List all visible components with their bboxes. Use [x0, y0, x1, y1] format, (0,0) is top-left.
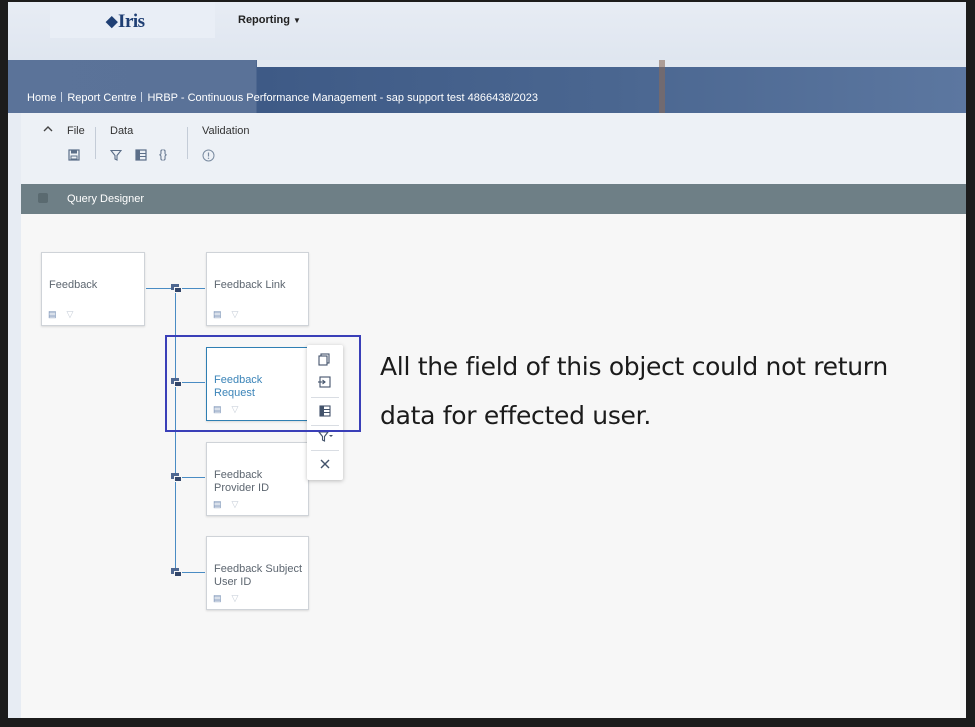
breadcrumb-separator: [61, 92, 63, 102]
node-feedback-subject-user-id[interactable]: Feedback Subject User ID ▤ ▽: [206, 536, 309, 610]
query-designer-title: Query Designer: [67, 193, 145, 205]
breadcrumb-home[interactable]: Home: [27, 92, 56, 104]
join-connector-icon[interactable]: [171, 284, 182, 293]
query-designer-icon: [38, 193, 48, 203]
query-designer-header: Query Designer: [21, 184, 966, 214]
chevron-up-icon[interactable]: [43, 125, 53, 133]
filter-dropdown-icon[interactable]: [307, 430, 343, 444]
caret-down-icon: ▼: [292, 16, 301, 25]
breadcrumb-report-centre[interactable]: Report Centre: [67, 92, 136, 104]
node-label: Feedback Subject User ID: [214, 563, 303, 588]
banner-decoration: [659, 60, 665, 113]
table-icon[interactable]: [135, 149, 147, 161]
save-icon[interactable]: [68, 149, 80, 161]
annotation-line-2: data for effected user.: [380, 401, 651, 430]
top-navigation-bar: ◆Iris Reporting ▼: [8, 2, 966, 61]
annotation-highlight-box: [165, 335, 361, 432]
filter-icon[interactable]: ▽: [232, 499, 239, 509]
table-icon[interactable]: ▤: [213, 499, 222, 509]
screenshot-frame: ◆Iris Reporting ▼ Home Report Centre HRBP -…: [8, 2, 966, 718]
node-feedback-link[interactable]: Feedback Link ▤ ▽: [206, 252, 309, 326]
node-icons: ▤ ▽: [213, 593, 238, 604]
filter-icon[interactable]: ▽: [67, 309, 74, 319]
app-logo[interactable]: ◆Iris: [106, 11, 145, 33]
validation-group-label: Validation: [202, 125, 250, 137]
banner-highlight: [257, 60, 966, 67]
breadcrumb-separator: [141, 92, 143, 102]
node-feedback-provider-id[interactable]: Feedback Provider ID ▤ ▽: [206, 442, 309, 516]
table-icon[interactable]: ▤: [213, 593, 222, 603]
filter-icon[interactable]: ▽: [232, 309, 239, 319]
breadcrumb: Home Report Centre HRBP - Continuous Perfo…: [27, 92, 538, 104]
toolbar-divider: [95, 127, 96, 159]
reporting-menu-label: Reporting: [238, 14, 290, 26]
table-icon[interactable]: ▤: [213, 309, 222, 319]
page-banner: [8, 60, 966, 113]
node-label: Feedback Provider ID: [214, 469, 270, 494]
node-label: Feedback Link: [214, 279, 286, 291]
node-icons: ▤ ▽: [213, 499, 238, 510]
query-canvas: [21, 214, 966, 718]
file-group-label: File: [67, 125, 85, 137]
data-group: Data: [110, 125, 133, 137]
breadcrumb-current: HRBP - Continuous Performance Management…: [147, 92, 538, 104]
ribbon-toolbar: File Data {} Validation: [21, 113, 966, 184]
diamond-logo-icon: ◆: [106, 14, 118, 30]
left-strip: [8, 113, 21, 718]
alert-circle-icon[interactable]: [202, 149, 215, 162]
data-group-label: Data: [110, 125, 134, 137]
braces-icon[interactable]: {}: [159, 147, 167, 161]
node-feedback[interactable]: Feedback ▤ ▽: [41, 252, 145, 326]
table-icon[interactable]: ▤: [48, 309, 57, 319]
filter-icon[interactable]: [110, 149, 122, 161]
logo-text: Iris: [118, 11, 145, 32]
reporting-menu[interactable]: Reporting ▼: [238, 14, 301, 26]
toolbar-divider: [187, 127, 188, 159]
filter-icon[interactable]: ▽: [232, 593, 239, 603]
join-connector-icon[interactable]: [171, 473, 182, 482]
annotation-line-1: All the field of this object could not r…: [380, 352, 888, 381]
node-label: Feedback: [49, 279, 98, 291]
annotation-text: All the field of this object could not r…: [380, 342, 940, 440]
close-icon[interactable]: [307, 457, 343, 471]
validation-group: Validation: [202, 125, 250, 137]
join-connector-icon[interactable]: [171, 568, 182, 577]
node-icons: ▤ ▽: [213, 309, 238, 320]
action-divider: [311, 450, 339, 451]
file-group: File: [67, 125, 85, 137]
node-icons: ▤ ▽: [48, 309, 73, 320]
